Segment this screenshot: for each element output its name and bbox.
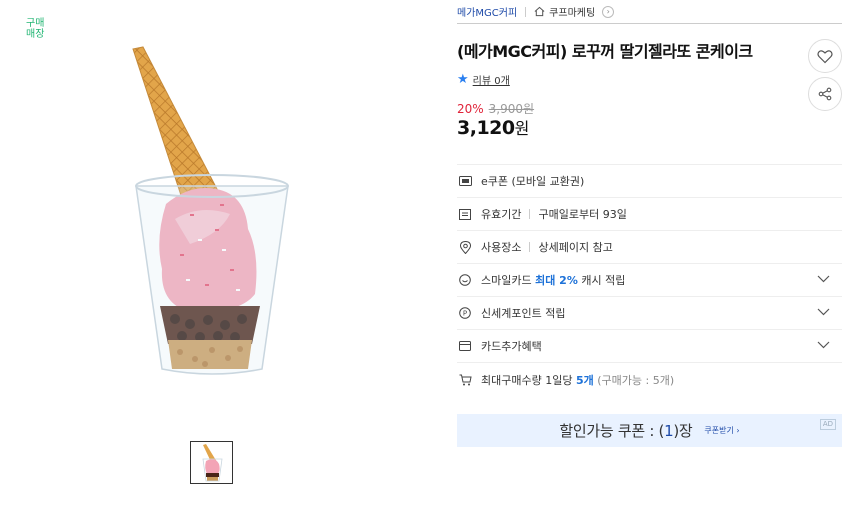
breadcrumb-seller-link[interactable]: 메가MGC커피: [457, 4, 517, 19]
point-icon: P: [458, 306, 472, 320]
product-info-panel: 메가MGC커피 쿠프마케팅 › (메가MGC커피) 로꾸꺼 딸기젤라또 콘케이크…: [457, 0, 842, 387]
card-icon: [458, 339, 472, 353]
coupon-count: 1: [664, 422, 674, 440]
max-quantity-prefix: 최대구매수량 1일당: [481, 373, 573, 387]
breadcrumb: 메가MGC커피 쿠프마케팅 ›: [457, 0, 842, 24]
shinsegae-label: 신세계포인트 적립: [481, 307, 566, 320]
product-thumbnail[interactable]: [190, 441, 233, 484]
info-row-validity: 유효기간 구매일로부터 93일: [457, 198, 842, 231]
discount-rate: 20%: [457, 102, 484, 116]
info-row-shinsegae[interactable]: P 신세계포인트 적립: [457, 297, 842, 330]
star-icon: ★: [457, 72, 469, 87]
chevron-down-icon[interactable]: [817, 308, 830, 316]
chevron-down-icon[interactable]: [817, 275, 830, 283]
info-row-smilecard[interactable]: 스마일카드 최대 2% 캐시 적립: [457, 264, 842, 297]
smilecard-prefix: 스마일카드: [481, 274, 532, 287]
chevron-down-icon[interactable]: [817, 341, 830, 349]
sale-price: 3,120원: [457, 115, 529, 139]
coupon-text: 할인가능 쿠폰 : (1)장: [559, 420, 692, 441]
cart-icon: [458, 373, 472, 387]
info-row-card-benefit[interactable]: 카드추가혜택: [457, 330, 842, 363]
smilecard-suffix: 캐시 적립: [581, 274, 626, 287]
ecoupon-label: e쿠폰 (모바일 교환권): [481, 175, 585, 188]
divider: [529, 242, 531, 252]
sale-price-number: 3,120: [457, 117, 515, 139]
get-coupon-link[interactable]: 쿠폰받기 ›: [704, 425, 739, 436]
info-row-max-quantity: 최대구매수량 1일당 5개 (구매가능 : 5개): [457, 363, 842, 396]
wishlist-button[interactable]: [808, 39, 842, 73]
validity-value: 구매일로부터 93일: [538, 208, 627, 221]
product-title: (메가MGC커피) 로꾸꺼 딸기젤라또 콘케이크: [457, 42, 753, 61]
max-quantity-value: 5개: [575, 373, 594, 387]
review-count-link[interactable]: 리뷰 0개: [473, 72, 510, 87]
breadcrumb-divider: [525, 6, 527, 17]
home-icon: [534, 6, 545, 17]
review-summary[interactable]: ★ 리뷰 0개: [457, 72, 510, 87]
card-benefit-label: 카드추가혜택: [481, 340, 542, 353]
sale-price-unit: 원: [514, 119, 530, 138]
coupon-banner[interactable]: 할인가능 쿠폰 : (1)장 쿠폰받기 › AD: [457, 414, 842, 447]
store-purchase-badge: 구매 매장: [26, 18, 45, 40]
ticket-icon: [458, 174, 472, 188]
max-quantity-note: (구매가능 : 5개): [597, 373, 675, 387]
breadcrumb-store-label: 쿠프마케팅: [549, 8, 596, 19]
place-value: 상세페이지 참고: [538, 241, 613, 254]
place-label: 사용장소: [481, 241, 522, 254]
share-icon: [818, 87, 832, 101]
validity-label: 유효기간: [481, 208, 522, 221]
heart-icon: [817, 49, 833, 63]
smile-icon: [458, 273, 472, 287]
product-image[interactable]: [120, 44, 305, 379]
calendar-icon: [458, 207, 472, 221]
divider: [529, 209, 531, 219]
breadcrumb-store-link[interactable]: 쿠프마케팅 ›: [534, 4, 615, 19]
info-row-place: 사용장소 상세페이지 참고: [457, 231, 842, 264]
location-pin-icon: [458, 240, 472, 254]
smilecard-highlight: 최대 2%: [535, 274, 578, 287]
product-info-list: e쿠폰 (모바일 교환권) 유효기간 구매일로부터 93일 사용장소 상세페이지…: [457, 164, 842, 396]
ad-tag: AD: [819, 419, 836, 430]
svg-text:P: P: [463, 310, 467, 318]
share-button[interactable]: [808, 77, 842, 111]
coupon-text-suffix: )장: [673, 422, 693, 440]
info-row-ecoupon: e쿠폰 (모바일 교환권): [457, 165, 842, 198]
chevron-right-icon: ›: [602, 5, 615, 18]
coupon-text-prefix: 할인가능 쿠폰 : (: [559, 422, 665, 440]
